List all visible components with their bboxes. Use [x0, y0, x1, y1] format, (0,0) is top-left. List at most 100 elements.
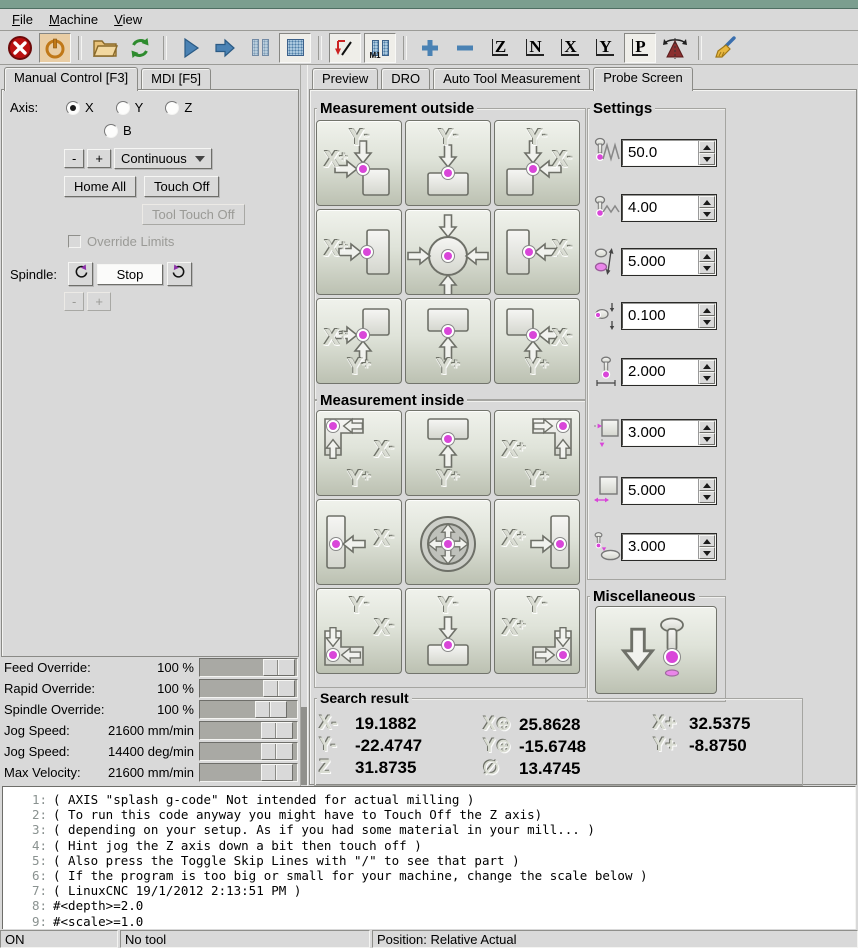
- override-limits-checkbox[interactable]: [68, 235, 81, 248]
- probe-outside-corner-xm-ym[interactable]: Y- X-: [494, 120, 580, 206]
- edge-length-spinbox[interactable]: 5.000: [622, 478, 716, 504]
- slider-handle[interactable]: [261, 743, 293, 760]
- probe-latch-distance-spinbox[interactable]: 0.100: [622, 303, 716, 329]
- slider-track[interactable]: [199, 742, 298, 761]
- probe-inside-ym[interactable]: Y-: [405, 588, 491, 674]
- probe-max-distance-spinbox[interactable]: 5.000: [622, 249, 716, 275]
- spin-down-button[interactable]: [699, 316, 715, 328]
- axis-radio-x[interactable]: X: [66, 100, 94, 115]
- spin-down-button[interactable]: [699, 372, 715, 384]
- tool-touch-off-button[interactable]: Tool Touch Off: [142, 204, 245, 225]
- spin-up-button[interactable]: [699, 250, 715, 262]
- machine-power-button[interactable]: [39, 32, 71, 63]
- slider-handle[interactable]: [263, 659, 295, 676]
- slider-track[interactable]: [199, 700, 298, 719]
- menu-machine[interactable]: Machine: [41, 10, 106, 29]
- spin-down-button[interactable]: [699, 262, 715, 274]
- probe-outside-corner-xm-yp[interactable]: X- Y+: [494, 298, 580, 384]
- spin-up-button[interactable]: [699, 196, 715, 208]
- spin-down-button[interactable]: [699, 208, 715, 220]
- z-clearance-spinbox[interactable]: 3.000: [622, 534, 716, 560]
- slider-track[interactable]: [199, 721, 298, 740]
- spin-up-button[interactable]: [699, 535, 715, 547]
- step-button[interactable]: [209, 33, 241, 63]
- probe-outside-center-circle[interactable]: [405, 209, 491, 295]
- view-perspective-button[interactable]: P: [624, 32, 656, 63]
- slider-track[interactable]: [199, 658, 298, 677]
- view-z-rotated-button[interactable]: N: [519, 33, 551, 63]
- probe-outside-ym[interactable]: Y-: [405, 120, 491, 206]
- axis-radio-z[interactable]: Z: [165, 100, 192, 115]
- spindle-ccw-button[interactable]: [68, 262, 93, 286]
- spin-up-button[interactable]: [699, 479, 715, 491]
- rotate-view-button[interactable]: [659, 33, 691, 63]
- spin-up-button[interactable]: [699, 141, 715, 153]
- tab-mdi-f5-[interactable]: MDI [F5]: [141, 68, 212, 89]
- probe-inside-corner-xp-yp[interactable]: X+ Y+: [494, 410, 580, 496]
- tab-dro[interactable]: DRO: [381, 68, 431, 89]
- slider-track[interactable]: [199, 679, 298, 698]
- estop-button[interactable]: [4, 33, 36, 63]
- menu-view[interactable]: View: [106, 10, 150, 29]
- xy-clearance-spinbox[interactable]: 3.000: [622, 420, 716, 446]
- view-y-button[interactable]: Y: [589, 33, 621, 63]
- axis-radio-y[interactable]: Y: [115, 100, 143, 115]
- probe-inside-corner-ym-xm[interactable]: Y- X-: [316, 588, 402, 674]
- probe-inside-corner-xm-yp[interactable]: X- Y+: [316, 410, 402, 496]
- jog-minus-button[interactable]: -: [64, 149, 85, 168]
- slider-handle[interactable]: [255, 701, 287, 718]
- probe-inside-xp[interactable]: X+: [494, 499, 580, 585]
- run-button[interactable]: [174, 33, 206, 63]
- slider-handle[interactable]: [261, 722, 293, 739]
- panel-sash[interactable]: [300, 65, 308, 787]
- toggle-skip-lines-button[interactable]: [329, 32, 361, 63]
- slider-handle[interactable]: [261, 764, 293, 781]
- reload-button[interactable]: [124, 33, 156, 63]
- probe-outside-xp[interactable]: X+: [316, 209, 402, 295]
- gcode-listing[interactable]: 1: ( AXIS "splash g-code" Not intended fo…: [2, 786, 856, 935]
- jog-mode-dropdown[interactable]: Continuous: [113, 148, 212, 169]
- spindle-minus-button[interactable]: -: [64, 292, 85, 311]
- jog-plus-button[interactable]: +: [87, 149, 111, 168]
- spin-up-button[interactable]: [699, 360, 715, 372]
- spin-down-button[interactable]: [699, 547, 715, 559]
- spindle-stop-button[interactable]: Stop: [97, 263, 163, 285]
- spin-up-button[interactable]: [699, 304, 715, 316]
- probe-inside-xm[interactable]: X-: [316, 499, 402, 585]
- probe-inside-corner-ym-xp[interactable]: Y- X+: [494, 588, 580, 674]
- stop-button[interactable]: [279, 32, 311, 63]
- spin-down-button[interactable]: [699, 433, 715, 445]
- pause-button[interactable]: [244, 33, 276, 63]
- slider-handle[interactable]: [263, 680, 295, 697]
- tab-preview[interactable]: Preview: [312, 68, 379, 89]
- tab-auto-tool-measurement[interactable]: Auto Tool Measurement: [433, 68, 591, 89]
- probe-inside-center-hole[interactable]: [405, 499, 491, 585]
- sash-grip[interactable]: [301, 707, 307, 785]
- view-z-button[interactable]: Z: [484, 33, 516, 63]
- probe-outside-yp[interactable]: Y+: [405, 298, 491, 384]
- optional-stop-m1-button[interactable]: M1: [364, 32, 396, 63]
- probe-down-button[interactable]: [595, 606, 717, 694]
- touch-off-button[interactable]: Touch Off: [144, 176, 220, 197]
- axis-radio-b[interactable]: B: [104, 123, 132, 138]
- zoom-in-button[interactable]: [414, 33, 446, 63]
- clear-plot-button[interactable]: [709, 33, 741, 63]
- open-file-button[interactable]: [89, 33, 121, 63]
- probe-outside-xm[interactable]: X-: [494, 209, 580, 295]
- probe-feed-fast-spinbox[interactable]: 50.0: [622, 140, 716, 166]
- spindle-cw-button[interactable]: [167, 262, 192, 286]
- home-all-button[interactable]: Home All: [64, 176, 137, 197]
- window-titlebar[interactable]: [0, 0, 858, 9]
- probe-outside-corner-xp-ym[interactable]: Y- X+: [316, 120, 402, 206]
- probe-feed-slow-spinbox[interactable]: 4.00: [622, 195, 716, 221]
- spindle-plus-button[interactable]: +: [87, 292, 111, 311]
- probe-tip-diameter-spinbox[interactable]: 2.000: [622, 359, 716, 385]
- tab-manual-control-f3-[interactable]: Manual Control [F3]: [4, 67, 139, 91]
- menu-file[interactable]: File: [4, 10, 41, 29]
- spin-down-button[interactable]: [699, 153, 715, 165]
- spin-down-button[interactable]: [699, 491, 715, 503]
- zoom-out-button[interactable]: [449, 33, 481, 63]
- spin-up-button[interactable]: [699, 421, 715, 433]
- probe-inside-yp[interactable]: Y+: [405, 410, 491, 496]
- tab-probe-screen[interactable]: Probe Screen: [593, 67, 693, 91]
